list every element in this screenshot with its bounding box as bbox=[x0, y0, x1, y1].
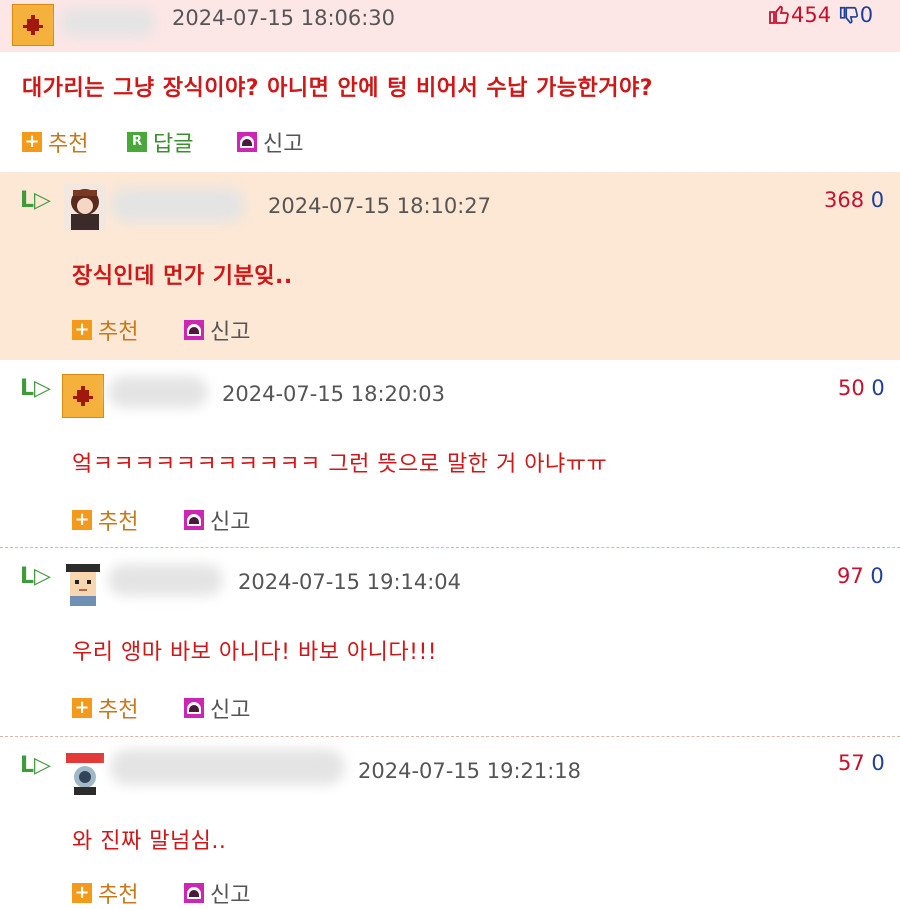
comment-2-report-button[interactable]: 신고 bbox=[184, 504, 250, 536]
siren-icon bbox=[184, 510, 204, 530]
reply-arrow-icon: L▷ bbox=[20, 376, 51, 401]
comment-1-avatar[interactable] bbox=[64, 184, 106, 230]
main-post-avatar[interactable] bbox=[12, 4, 54, 46]
comment-1: L▷ 2024-07-15 18:10:27 368 0 장식인데 먼가 기분잊… bbox=[0, 172, 900, 360]
reply-arrow-icon: L▷ bbox=[20, 753, 51, 778]
siren-icon bbox=[184, 698, 204, 718]
reply-button[interactable]: R 답글 bbox=[127, 126, 193, 158]
comment-2-username-blurred bbox=[108, 376, 208, 408]
reply-arrow-icon: L▷ bbox=[20, 564, 51, 589]
plus-icon: + bbox=[72, 320, 92, 340]
comment-4-message: 와 진짜 말넘심.. bbox=[72, 829, 227, 854]
comment-2-recommend-button[interactable]: + 추천 bbox=[72, 504, 138, 536]
reply-arrow-icon: L▷ bbox=[20, 188, 51, 213]
comment-2-votes: 50 0 bbox=[838, 376, 885, 400]
plus-icon: + bbox=[72, 883, 92, 903]
character-avatar-icon bbox=[71, 189, 99, 230]
comment-3-recommend-button[interactable]: + 추천 bbox=[72, 692, 138, 724]
comment-4-avatar[interactable] bbox=[64, 749, 106, 795]
thumbs-up-icon[interactable] bbox=[767, 2, 791, 26]
main-post-downvotes: 0 bbox=[859, 3, 874, 27]
comment-3-date: 2024-07-15 19:14:04 bbox=[238, 570, 462, 594]
comment-1-message: 장식인데 먼가 기분잊.. bbox=[72, 264, 293, 289]
comment-3-avatar[interactable] bbox=[62, 560, 104, 606]
comment-1-username-blurred bbox=[110, 188, 245, 222]
comment-4-votes: 57 0 bbox=[838, 751, 885, 775]
main-post-date: 2024-07-15 18:06:30 bbox=[172, 6, 396, 30]
comment-4-report-button[interactable]: 신고 bbox=[184, 877, 250, 909]
main-post-votes: 454 0 bbox=[767, 2, 873, 28]
comment-4-date: 2024-07-15 19:21:18 bbox=[358, 759, 582, 783]
comment-1-date: 2024-07-15 18:10:27 bbox=[268, 194, 492, 218]
comment-3-message: 우리 앵마 바보 아니다! 바보 아니다!!! bbox=[72, 640, 438, 665]
recommend-button[interactable]: + 추천 bbox=[22, 126, 88, 158]
comment-4: L▷ 2024-07-15 19:21:18 57 0 와 진짜 말넘심.. +… bbox=[0, 737, 900, 908]
comment-2-date: 2024-07-15 18:20:03 bbox=[222, 382, 446, 406]
comment-2-message: 엌ㅋㅋㅋㅋㅋㅋㅋㅋㅋㅋㅋ 그런 뜻으로 말한 거 아냐ㅠㅠ bbox=[72, 452, 608, 477]
comment-3-votes: 97 0 bbox=[837, 564, 884, 588]
main-post-message: 대가리는 그냥 장식이야? 아니면 안에 텅 비어서 수납 가능한거야? bbox=[22, 76, 654, 101]
plus-icon: + bbox=[22, 132, 42, 152]
avatar-icon bbox=[73, 386, 93, 406]
character-avatar-icon bbox=[66, 753, 104, 795]
siren-icon bbox=[237, 132, 257, 152]
comment-2: L▷ 2024-07-15 18:20:03 50 0 엌ㅋㅋㅋㅋㅋㅋㅋㅋㅋㅋㅋ… bbox=[0, 360, 900, 548]
comment-1-report-button[interactable]: 신고 bbox=[184, 314, 250, 346]
comment-3-username-blurred bbox=[108, 564, 223, 596]
main-post-username-blurred bbox=[60, 8, 155, 36]
comment-1-votes: 368 0 bbox=[824, 188, 885, 212]
siren-icon bbox=[184, 883, 204, 903]
avatar-icon bbox=[23, 15, 43, 35]
reply-icon: R bbox=[127, 132, 147, 152]
main-post-header: 2024-07-15 18:06:30 454 0 bbox=[0, 0, 900, 52]
report-button[interactable]: 신고 bbox=[237, 126, 303, 158]
comment-4-username-blurred bbox=[110, 749, 345, 785]
siren-icon bbox=[184, 320, 204, 340]
comment-2-avatar[interactable] bbox=[62, 374, 104, 418]
pixel-face-icon bbox=[66, 564, 100, 606]
comment-3: L▷ 2024-07-15 19:14:04 97 0 우리 앵마 바보 아니다… bbox=[0, 548, 900, 736]
plus-icon: + bbox=[72, 510, 92, 530]
comment-3-report-button[interactable]: 신고 bbox=[184, 692, 250, 724]
thumbs-down-icon[interactable] bbox=[838, 4, 860, 28]
comment-1-recommend-button[interactable]: + 추천 bbox=[72, 314, 138, 346]
comment-4-recommend-button[interactable]: + 추천 bbox=[72, 877, 138, 909]
main-post-upvotes: 454 bbox=[791, 3, 832, 27]
plus-icon: + bbox=[72, 698, 92, 718]
